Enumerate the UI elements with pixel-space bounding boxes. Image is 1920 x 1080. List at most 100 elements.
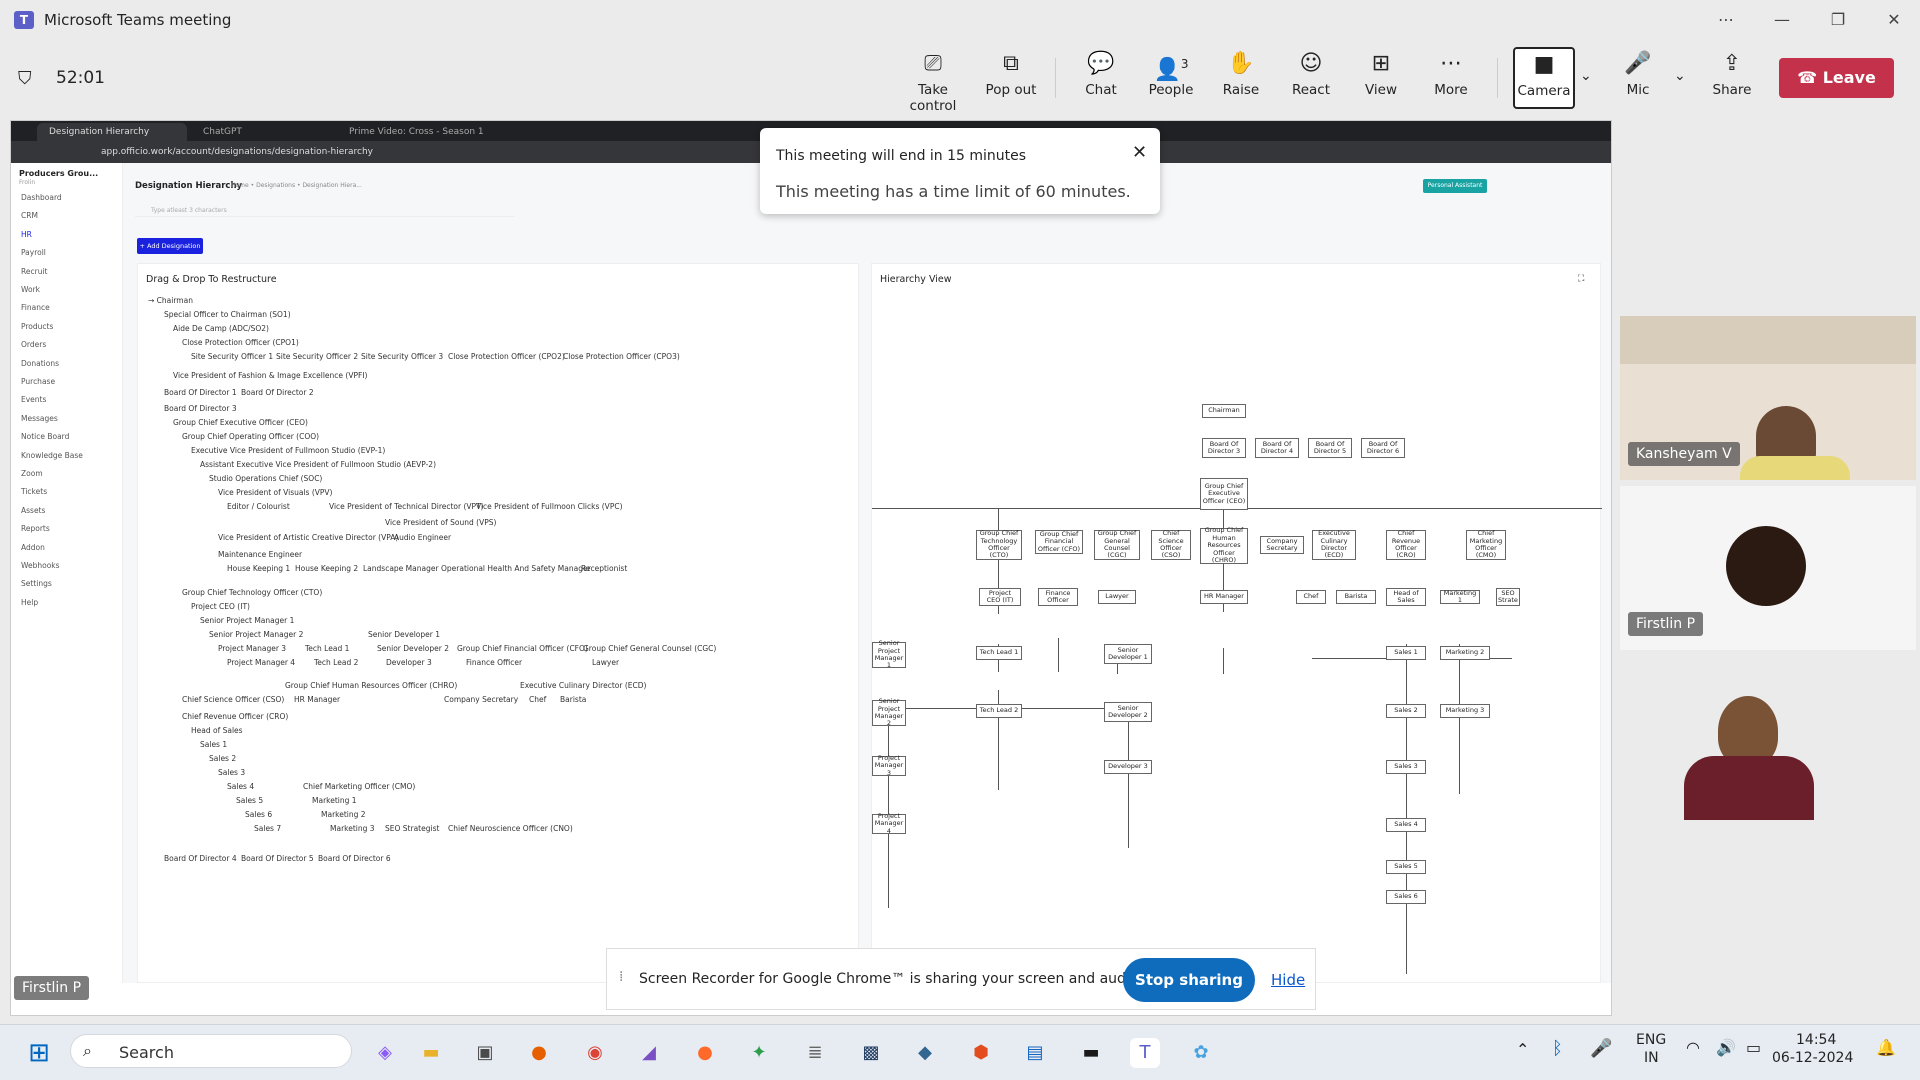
- add-designation-button[interactable]: + Add Designation: [137, 238, 203, 254]
- participant-video-tile[interactable]: Kansheyam V: [1620, 316, 1916, 480]
- sidebar-item-finance[interactable]: Finance: [21, 303, 121, 317]
- org-chart-node[interactable]: Board Of Director 5: [1308, 438, 1352, 458]
- sidebar-item-products[interactable]: Products: [21, 322, 121, 336]
- language-bottom[interactable]: IN: [1644, 1050, 1659, 1066]
- org-chart-node[interactable]: Marketing 3: [1440, 704, 1490, 718]
- bluetooth-icon[interactable]: ᛒ: [1552, 1038, 1563, 1059]
- sidebar-item-tickets[interactable]: Tickets: [21, 487, 121, 501]
- tree-node[interactable]: Sales 5: [236, 796, 263, 805]
- org-chart-node[interactable]: Sales 5: [1386, 860, 1426, 874]
- tree-node[interactable]: Project Manager 3: [218, 644, 286, 653]
- tree-node[interactable]: Board Of Director 6: [318, 854, 391, 863]
- camera-button[interactable]: ■ Camera: [1513, 47, 1575, 109]
- close-button[interactable]: ✕: [1874, 8, 1914, 32]
- org-chart-node[interactable]: Chief Science Officer (CSO): [1151, 529, 1191, 560]
- tree-node[interactable]: Developer 3: [386, 658, 432, 667]
- sidebar-item-reports[interactable]: Reports: [21, 524, 121, 538]
- tree-node[interactable]: Marketing 2: [321, 810, 366, 819]
- org-chart-node[interactable]: Sales 1: [1386, 646, 1426, 660]
- tree-node[interactable]: Marketing 1: [312, 796, 357, 805]
- hide-link[interactable]: Hide: [1271, 971, 1305, 989]
- sidebar-item-webhooks[interactable]: Webhooks: [21, 561, 121, 575]
- org-chart-node[interactable]: Marketing 1: [1440, 589, 1480, 604]
- tree-node[interactable]: Audio Engineer: [394, 533, 451, 542]
- tree-node[interactable]: Vice President of Technical Director (VP…: [329, 502, 484, 511]
- tree-node[interactable]: House Keeping 1: [227, 564, 290, 573]
- self-video-tile[interactable]: [1620, 656, 1916, 820]
- terminal-icon[interactable]: ▬: [1076, 1038, 1106, 1068]
- sidebar-item-donations[interactable]: Donations: [21, 359, 121, 373]
- tree-node[interactable]: Vice President of Visuals (VPV): [218, 488, 332, 497]
- sidebar-item-payroll[interactable]: Payroll: [21, 248, 121, 262]
- more-options-icon[interactable]: ⋯: [1706, 8, 1746, 32]
- sidebar-item-help[interactable]: Help: [21, 598, 121, 612]
- tree-node[interactable]: Site Security Officer 3: [361, 352, 443, 361]
- tree-node[interactable]: Studio Operations Chief (SOC): [209, 474, 322, 483]
- more-button[interactable]: ⋯ More: [1420, 48, 1482, 108]
- sidebar-item-notice-board[interactable]: Notice Board: [21, 432, 121, 446]
- sidebar-item-settings[interactable]: Settings: [21, 579, 121, 593]
- sidebar-item-knowledge-base[interactable]: Knowledge Base: [21, 451, 121, 465]
- tree-node[interactable]: HR Manager: [294, 695, 340, 704]
- tree-node[interactable]: Senior Developer 2: [377, 644, 449, 653]
- tree-node[interactable]: Company Secretary: [444, 695, 518, 704]
- org-chart-node[interactable]: Project Manager 4: [872, 812, 906, 834]
- taskbar-search-box[interactable]: ⌕ Search: [70, 1034, 352, 1068]
- clock-date[interactable]: 06-12-2024: [1772, 1050, 1853, 1066]
- sidebar-item-dashboard[interactable]: Dashboard: [21, 193, 121, 207]
- personal-assistant-button[interactable]: Personal Assistant: [1423, 179, 1487, 193]
- tree-node[interactable]: Board Of Director 4: [164, 854, 237, 863]
- sidebar-item-assets[interactable]: Assets: [21, 506, 121, 520]
- browser-tab-designation[interactable]: Designation Hierarchy: [37, 123, 187, 141]
- org-chart-node[interactable]: Group Chief Technology Officer (CTO): [976, 529, 1022, 560]
- tree-node[interactable]: Sales 4: [227, 782, 254, 791]
- sidebar-item-orders[interactable]: Orders: [21, 340, 121, 354]
- url-input[interactable]: app.officio.work/account/designations/de…: [101, 147, 373, 157]
- tree-node[interactable]: Senior Project Manager 2: [209, 630, 303, 639]
- org-chart-node[interactable]: Group Chief General Counsel (CGC): [1094, 529, 1140, 560]
- mic-tray-icon[interactable]: 🎤: [1590, 1038, 1612, 1059]
- org-chart-node[interactable]: Senior Developer 1: [1104, 644, 1152, 664]
- org-chart-node[interactable]: Senior Project Manager 2: [872, 697, 906, 727]
- tree-node[interactable]: Executive Culinary Director (ECD): [520, 681, 646, 690]
- org-chart-node[interactable]: Chief Revenue Officer (CRO): [1386, 529, 1426, 560]
- org-chart-node[interactable]: Senior Developer 2: [1104, 702, 1152, 722]
- tree-node[interactable]: Receptionist: [581, 564, 627, 573]
- tree-node[interactable]: Sales 2: [209, 754, 236, 763]
- tree-node[interactable]: Chief Science Officer (CSO): [182, 695, 284, 704]
- tree-node[interactable]: Board Of Director 3: [164, 404, 237, 413]
- org-chart-node[interactable]: Tech Lead 2: [976, 704, 1022, 718]
- tree-node[interactable]: Head of Sales: [191, 726, 243, 735]
- tree-node[interactable]: → Chairman: [148, 296, 193, 305]
- chat-button[interactable]: 💬 Chat: [1070, 48, 1132, 108]
- pop-out-button[interactable]: ⧉ Pop out: [980, 48, 1042, 108]
- org-chart-node[interactable]: Board Of Director 4: [1255, 438, 1299, 458]
- tree-node[interactable]: Project Manager 4: [227, 658, 295, 667]
- tree-node[interactable]: Group Chief Technology Officer (CTO): [182, 588, 322, 597]
- tree-node[interactable]: Vice President of Sound (VPS): [385, 518, 496, 527]
- tree-node[interactable]: Executive Vice President of Fullmoon Stu…: [191, 446, 385, 455]
- tree-node[interactable]: Senior Project Manager 1: [200, 616, 294, 625]
- drag-handle-icon[interactable]: ⁞: [619, 969, 623, 985]
- camera-options-chevron-icon[interactable]: ⌄: [1580, 68, 1592, 84]
- app-icon[interactable]: ⬢: [966, 1038, 996, 1068]
- org-chart-node[interactable]: Group Chief Executive Officer (CEO): [1200, 478, 1248, 510]
- app-icon[interactable]: ✿: [1186, 1038, 1216, 1068]
- toast-close-icon[interactable]: ✕: [1132, 142, 1147, 163]
- org-chart-node[interactable]: Finance Officer: [1038, 588, 1078, 606]
- tree-node[interactable]: Sales 7: [254, 824, 281, 833]
- org-chart-node[interactable]: Tech Lead 1: [976, 646, 1022, 660]
- tree-node[interactable]: Vice President of Fullmoon Clicks (VPC): [476, 502, 623, 511]
- tree-node[interactable]: Maintenance Engineer: [218, 550, 302, 559]
- tree-node[interactable]: Close Protection Officer (CPO1): [182, 338, 299, 347]
- org-chart-node[interactable]: Project Manager 3: [872, 754, 906, 776]
- notification-bell-icon[interactable]: 🔔: [1876, 1038, 1896, 1057]
- tree-node[interactable]: Chef: [529, 695, 546, 704]
- sidebar-item-messages[interactable]: Messages: [21, 414, 121, 428]
- file-explorer-icon[interactable]: ▬: [416, 1038, 446, 1068]
- org-chart-node[interactable]: Marketing 2: [1440, 646, 1490, 660]
- visual-studio-icon[interactable]: ◢: [634, 1038, 664, 1068]
- search-input[interactable]: Type atleast 3 characters: [135, 205, 515, 217]
- participant-video-tile[interactable]: Firstlin P: [1620, 486, 1916, 650]
- tree-node[interactable]: Aide De Camp (ADC/SO2): [173, 324, 269, 333]
